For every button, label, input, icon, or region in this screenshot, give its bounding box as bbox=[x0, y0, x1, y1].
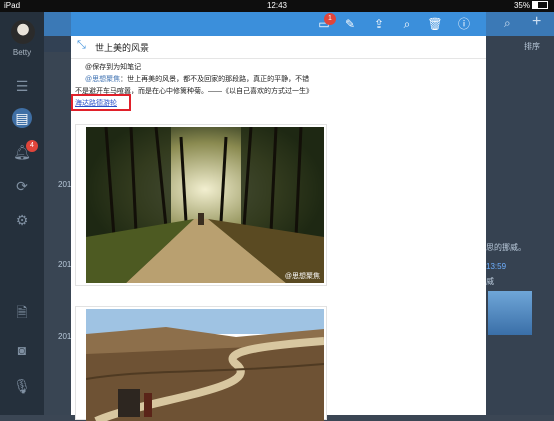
photo-watermark: @思想聚焦 bbox=[284, 273, 320, 280]
forest-road-photo[interactable] bbox=[86, 127, 324, 283]
note-header: ⤡ 世上美的风景 bbox=[71, 36, 486, 59]
avatar[interactable] bbox=[11, 20, 35, 44]
microphone-icon[interactable]: 🎙︎ bbox=[12, 376, 32, 396]
battery-percent: 35% bbox=[513, 1, 530, 10]
gear-icon[interactable]: ⚙ bbox=[12, 210, 32, 230]
background-year-label: 201 bbox=[58, 260, 72, 269]
attachment-icon[interactable]: ⌕ bbox=[398, 15, 416, 33]
sidebar: Betty ☰ ▤ 🔔︎ 4 ⟳ ⚙ 🗎 ◙ 🎙︎ bbox=[0, 12, 44, 415]
snippet-time: 13:59 bbox=[486, 262, 507, 271]
username: Betty bbox=[12, 48, 32, 57]
notes-icon[interactable]: ▤ bbox=[12, 108, 32, 128]
edit-icon[interactable]: ✎ bbox=[341, 15, 359, 33]
background-right-pane: 排序 思的挪威。 13:59 威 bbox=[486, 36, 554, 415]
background-year-label: 201 bbox=[58, 180, 72, 189]
country-road-photo[interactable] bbox=[86, 309, 324, 421]
expand-icon[interactable]: ⤡ bbox=[77, 39, 86, 52]
sort-tab[interactable]: 排序 bbox=[524, 41, 540, 52]
note-viewer: ▭ 1 ✎ ⇪ ⌕ 🗑︎ ⓘ ⤡ 世上美的风景 @保存到为知笔记 @思想聚焦：世… bbox=[71, 12, 486, 421]
info-icon[interactable]: ⓘ bbox=[455, 15, 473, 33]
trash-icon[interactable]: 🗑︎ bbox=[426, 15, 444, 33]
note-toolbar: ▭ 1 ✎ ⇪ ⌕ 🗑︎ ⓘ bbox=[71, 12, 486, 36]
link-highlight-box bbox=[71, 94, 131, 111]
sync-icon[interactable]: ⟳ bbox=[12, 176, 32, 196]
battery-icon bbox=[532, 1, 548, 9]
background-year-label: 201 bbox=[58, 332, 72, 341]
snippet-thumbnail bbox=[488, 291, 532, 335]
camera-icon[interactable]: ◙ bbox=[12, 340, 32, 360]
comment-badge: 1 bbox=[324, 13, 336, 25]
body-text: ：世上再美的风景，都不及回家的那段路，真正的平静，不错 bbox=[120, 76, 310, 83]
mention-link[interactable]: @思想聚焦 bbox=[85, 76, 120, 83]
document-search-icon[interactable]: 🗎 bbox=[12, 302, 32, 322]
status-bar: iPad 12:43 35% bbox=[0, 0, 554, 12]
notification-badge: 4 bbox=[26, 140, 38, 152]
body-line-1: @思想聚焦：世上再美的风景，都不及回家的那段路，真正的平静，不错 bbox=[85, 74, 309, 84]
share-icon[interactable]: ⇪ bbox=[370, 15, 388, 33]
forest-photo-frame: @思想聚焦 bbox=[75, 124, 327, 286]
add-icon[interactable]: + bbox=[532, 13, 541, 31]
battery-indicator: 35% bbox=[514, 1, 548, 10]
clock: 12:43 bbox=[266, 1, 288, 10]
search-icon[interactable]: ⌕ bbox=[504, 16, 511, 31]
road-photo-frame bbox=[75, 306, 327, 421]
snippet-subtext: 威 bbox=[486, 277, 494, 286]
note-title: 世上美的风景 bbox=[95, 43, 150, 53]
saved-line: @保存到为知笔记 bbox=[85, 64, 142, 71]
menu-icon[interactable]: ☰ bbox=[12, 76, 32, 96]
snippet-text: 思的挪威。 bbox=[486, 243, 526, 252]
